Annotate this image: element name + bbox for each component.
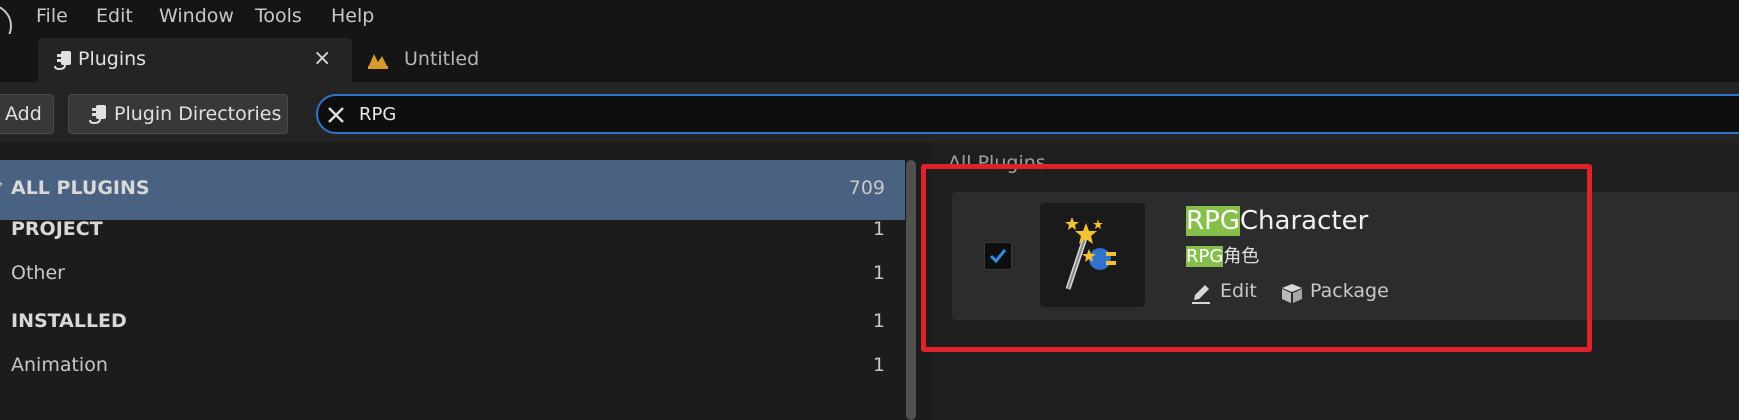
plugin-directories-button[interactable]: Plugin Directories xyxy=(68,94,288,134)
plugin-icon xyxy=(87,103,109,130)
add-button[interactable]: Add xyxy=(0,94,54,134)
category-installed[interactable]: INSTALLED 1 xyxy=(0,310,905,358)
menu-window[interactable]: Window xyxy=(159,5,234,27)
menu-edit[interactable]: Edit xyxy=(96,5,133,27)
menu-bar: File Edit Window Tools Help xyxy=(0,0,1739,48)
category-label: Other xyxy=(11,262,65,284)
clear-search-icon[interactable] xyxy=(320,96,348,138)
annotation-highlight-box xyxy=(921,164,1592,352)
category-other[interactable]: Other 1 xyxy=(0,262,905,310)
category-label: ALL PLUGINS xyxy=(11,177,150,199)
category-label: PROJECT xyxy=(11,218,103,240)
category-count: 1 xyxy=(872,262,885,284)
add-button-label: Add xyxy=(5,103,42,125)
search-input[interactable]: RPG xyxy=(359,104,396,125)
category-panel: ᐩ ALL PLUGINS 709 PROJECT 1 Other 1 INST… xyxy=(0,142,930,420)
category-count: 1 xyxy=(872,310,885,332)
expander-icon: ᐩ xyxy=(0,177,3,199)
plugin-icon xyxy=(52,49,74,75)
tab-untitled-label: Untitled xyxy=(404,48,480,70)
plugin-directories-label: Plugin Directories xyxy=(114,103,282,125)
toolbar: Add Plugin Directories RPG xyxy=(0,82,1739,142)
category-project[interactable]: PROJECT 1 xyxy=(0,218,905,266)
tab-plugins[interactable]: Plugins × xyxy=(38,38,352,82)
category-count: 1 xyxy=(872,218,885,240)
category-animation[interactable]: Animation 1 xyxy=(0,354,905,402)
close-tab-button[interactable]: × xyxy=(313,46,331,71)
tab-plugins-label: Plugins xyxy=(78,48,147,70)
category-count: 709 xyxy=(848,177,885,199)
tab-untitled[interactable]: Untitled xyxy=(362,38,512,82)
level-icon xyxy=(366,50,390,74)
category-all-plugins[interactable]: ᐩ ALL PLUGINS 709 xyxy=(0,160,905,220)
menu-help[interactable]: Help xyxy=(331,5,374,27)
menu-file[interactable]: File xyxy=(36,5,68,27)
category-scrollbar[interactable] xyxy=(906,160,916,420)
category-label: Animation xyxy=(11,354,108,376)
category-count: 1 xyxy=(872,354,885,376)
category-label: INSTALLED xyxy=(11,310,127,332)
search-box[interactable]: RPG xyxy=(316,94,1739,134)
menu-tools[interactable]: Tools xyxy=(255,5,302,27)
tab-bar: Plugins × Untitled xyxy=(0,34,1739,82)
